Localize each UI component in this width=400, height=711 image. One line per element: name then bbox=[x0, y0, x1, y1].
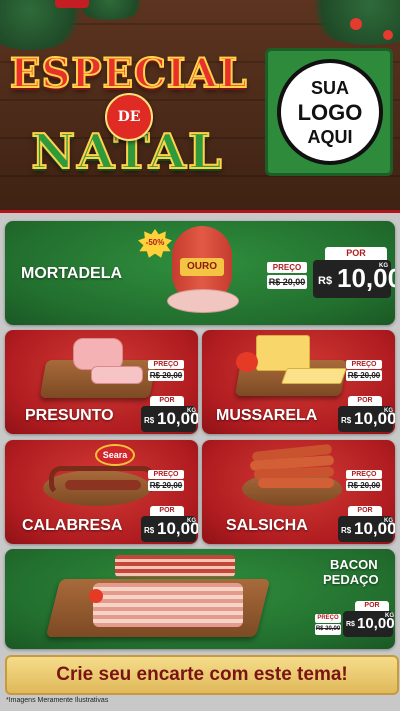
por-label: POR bbox=[150, 396, 184, 406]
bacon-piece-image bbox=[115, 555, 235, 577]
current-price: R$ 10,00 KG bbox=[141, 516, 198, 542]
logo-placeholder[interactable]: SUA LOGO AQUI bbox=[265, 48, 393, 176]
unit: KG bbox=[187, 408, 196, 414]
product-name-line: PEDAÇO bbox=[323, 572, 379, 587]
product-card-salsicha[interactable]: SALSICHA PREÇO R$ 20,00 POR R$ 10,00 KG bbox=[202, 440, 395, 544]
current-price: R$ 10,00 KG bbox=[338, 406, 395, 432]
price-label: PREÇO bbox=[148, 360, 184, 369]
gift-ribbon-icon bbox=[55, 0, 89, 8]
mortadela-slices-image bbox=[167, 289, 239, 313]
currency: R$ bbox=[346, 621, 355, 628]
product-card-mussarela[interactable]: MUSSARELA PREÇO R$ 20,00 POR R$ 10,00 KG bbox=[202, 330, 395, 434]
bacon-slices-image bbox=[93, 583, 243, 627]
currency: R$ bbox=[318, 275, 333, 287]
price-label: PREÇO bbox=[346, 360, 382, 369]
product-name: MORTADELA bbox=[21, 265, 123, 282]
mussarela-image bbox=[256, 335, 310, 371]
current-price: R$ 10,00 KG bbox=[141, 406, 198, 432]
presunto-slices-image bbox=[91, 366, 143, 384]
logo-line: LOGO bbox=[297, 100, 363, 125]
old-price: R$ 20,00 bbox=[315, 624, 341, 635]
title-especial: ESPECIAL bbox=[9, 49, 248, 98]
price-tag: PREÇO R$ 20,00 POR R$ 10,00 KG bbox=[267, 247, 395, 299]
current-price: R$ 10,00 KG bbox=[338, 516, 395, 542]
unit: KG bbox=[384, 408, 393, 414]
ornament-icon bbox=[350, 18, 362, 30]
salsicha-image bbox=[258, 478, 334, 488]
title-especial-de-natal: ESPECIAL NATAL DE bbox=[9, 48, 248, 181]
por-label: POR bbox=[348, 396, 382, 406]
price-tag: PREÇO R$ 20,00 POR R$ 10,00 KG bbox=[138, 470, 198, 542]
unit: KG bbox=[187, 518, 196, 524]
cta-banner[interactable]: Crie seu encarte com este tema! bbox=[5, 655, 399, 695]
product-card-mortadela[interactable]: MORTADELA OURO -50% PREÇO R$ 20,00 POR R… bbox=[5, 221, 395, 325]
product-name: CALABRESA bbox=[22, 517, 123, 534]
price-tag: PREÇO R$ 20,00 POR R$ 10,00 KG bbox=[315, 601, 395, 647]
price-tag: PREÇO R$ 20,00 POR R$ 10,00 KG bbox=[336, 470, 395, 542]
price-label: PREÇO bbox=[148, 470, 184, 479]
old-price: R$ 20,00 bbox=[148, 370, 184, 381]
current-price: R$ 10,00 KG bbox=[313, 260, 395, 298]
old-price: R$ 20,00 bbox=[346, 370, 382, 381]
currency: R$ bbox=[341, 416, 352, 425]
logo-circle: SUA LOGO AQUI bbox=[277, 59, 383, 165]
price-tag: PREÇO R$ 20,00 POR R$ 10,00 KG bbox=[336, 360, 395, 432]
price-label: PREÇO bbox=[267, 262, 307, 273]
logo-line: AQUI bbox=[307, 127, 353, 147]
disclaimer-text: *Imagens Meramente Ilustrativas bbox=[6, 697, 109, 704]
product-name-line: BACON bbox=[329, 557, 378, 572]
product-name: BACON PEDAÇO bbox=[323, 557, 379, 587]
old-price: R$ 20,00 bbox=[148, 480, 184, 491]
flyer-page: ESPECIAL NATAL DE SUA LOGO AQUI MORTADEL… bbox=[0, 0, 400, 711]
price-label: PREÇO bbox=[346, 470, 382, 479]
por-label: POR bbox=[325, 247, 387, 260]
price-tag: PREÇO R$ 20,00 POR R$ 10,00 KG bbox=[138, 360, 198, 432]
product-card-presunto[interactable]: PRESUNTO PREÇO R$ 20,00 POR R$ 10,00 KG bbox=[5, 330, 198, 434]
brand-logo: Seara bbox=[95, 444, 135, 466]
unit: KG bbox=[379, 263, 388, 269]
cta-text: Crie seu encarte com este tema! bbox=[56, 664, 348, 685]
unit: KG bbox=[385, 613, 394, 619]
tomato-icon bbox=[236, 352, 258, 372]
por-label: POR bbox=[355, 601, 389, 611]
old-price: R$ 20,00 bbox=[267, 275, 307, 289]
product-name: MUSSARELA bbox=[216, 407, 318, 424]
logo-line: SUA bbox=[310, 78, 349, 98]
old-price: R$ 20,00 bbox=[346, 480, 382, 491]
por-label: POR bbox=[150, 506, 184, 516]
por-label: POR bbox=[348, 506, 382, 516]
currency: R$ bbox=[144, 526, 155, 535]
currency: R$ bbox=[341, 526, 352, 535]
currency: R$ bbox=[144, 416, 155, 425]
title-de-badge: DE bbox=[105, 93, 153, 141]
discount-badge: -50% bbox=[138, 229, 172, 258]
product-name: SALSICHA bbox=[226, 517, 308, 534]
product-name: PRESUNTO bbox=[25, 407, 114, 424]
price-label: PREÇO bbox=[315, 614, 341, 623]
product-card-calabresa[interactable]: Seara CALABRESA PREÇO R$ 20,00 POR R$ 10… bbox=[5, 440, 198, 544]
tomato-icon bbox=[89, 589, 103, 603]
brand-label: OURO bbox=[180, 258, 224, 276]
current-price: R$ 10,00 KG bbox=[343, 611, 395, 637]
logo-text: SUA LOGO AQUI bbox=[281, 77, 379, 149]
unit: KG bbox=[384, 518, 393, 524]
calabresa-sausage-image bbox=[65, 480, 141, 490]
ornament-icon bbox=[383, 30, 393, 40]
product-card-bacon[interactable]: BACON PEDAÇO PREÇO R$ 20,00 POR R$ 10,00… bbox=[5, 549, 395, 649]
discount-text: -50% bbox=[145, 238, 165, 247]
